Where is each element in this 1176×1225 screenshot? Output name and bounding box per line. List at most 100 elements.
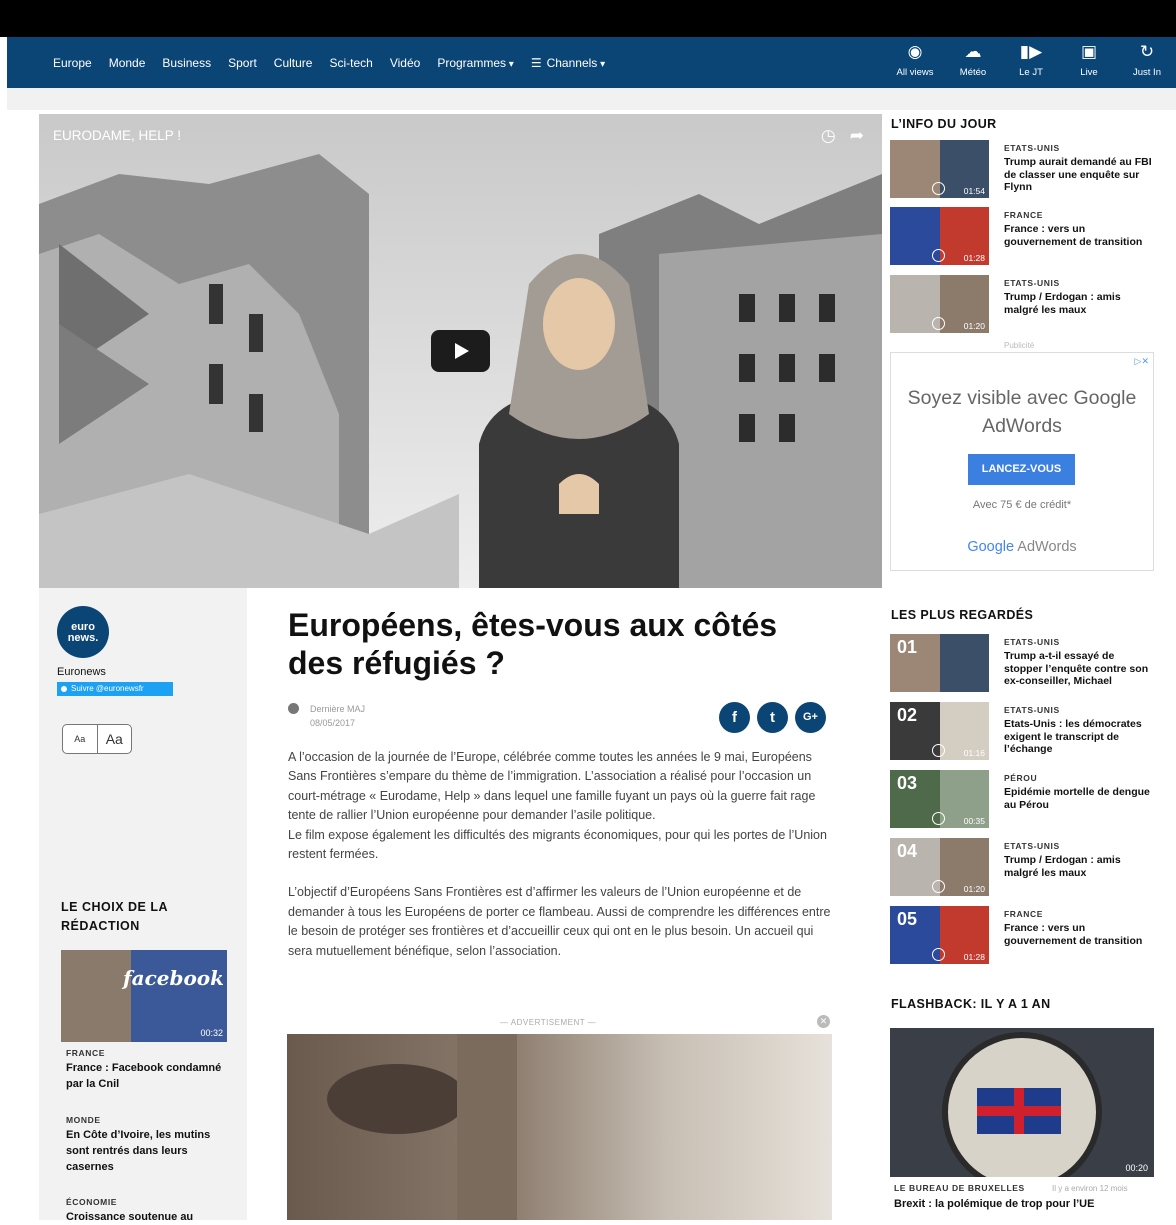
video-player[interactable]: EURODAME, HELP ! ◷ ➦ [39, 114, 882, 588]
choix-item-title: France : Facebook condamné par la Cnil [66, 1062, 222, 1090]
most-viewed-title: Trump a-t-il essayé de stopper l’enquête… [1004, 650, 1149, 687]
advertisement-video[interactable] [287, 1034, 832, 1220]
rank-number: 02 [897, 705, 918, 725]
nav-link-europe[interactable]: Europe [53, 56, 92, 70]
choix-item[interactable]: MONDE En Côte d’Ivoire, les mutins sont … [66, 1115, 226, 1175]
info-du-jour-title: L’INFO DU JOUR [891, 117, 997, 131]
choix-thumbnail[interactable]: facebook 00:32 [61, 950, 227, 1042]
play-circle-icon [932, 948, 945, 961]
rank-number: 05 [897, 909, 918, 929]
font-size-large-button[interactable]: Aa [98, 725, 132, 753]
most-viewed-thumbnail: 03 00:35 [890, 770, 989, 828]
adchoices-icon[interactable]: ▷✕ [1135, 356, 1149, 367]
google-adwords-logo: Google AdWords [967, 539, 1077, 555]
weather-icon: ☁ [964, 42, 982, 61]
close-icon[interactable]: ✕ [817, 1015, 830, 1028]
font-size-small-button[interactable]: Aa [63, 725, 98, 753]
last-update-date: 08/05/2017 [310, 718, 356, 728]
info-item-category: ETATS-UNIS [1004, 143, 1060, 153]
flashback-time: Il y a environ 12 mois [1052, 1184, 1128, 1193]
nav-link-sport[interactable]: Sport [228, 56, 257, 70]
choix-item-title: Croissance soutenue au [66, 1211, 194, 1223]
play-button[interactable] [431, 330, 490, 372]
duration: 01:20 [963, 321, 985, 331]
video-controls: ◷ ➦ [821, 126, 864, 146]
most-viewed-thumbnail: 05 01:28 [890, 906, 989, 964]
nav-dropdown-channels[interactable]: Channels [547, 56, 606, 70]
nav-icon-group: ◉ All views ☁ Météo ▮▶ Le JT ▣ Live ↻ Ju… [886, 41, 1176, 78]
choix-redaction-title: LE CHOIX DE LA RÉDACTION [61, 900, 168, 933]
play-circle-icon [932, 249, 945, 262]
article-title: Européens, êtes-vous aux côtés des réfug… [288, 607, 778, 681]
choix-item-category: ÉCONOMIE [66, 1197, 118, 1207]
nav-dropdown-programmes[interactable]: Programmes [437, 56, 514, 70]
grey-band [7, 88, 1176, 110]
hand-image [61, 950, 131, 1042]
font-size-toggle: Aa Aa [62, 724, 132, 754]
play-circle-icon [932, 317, 945, 330]
info-item[interactable]: 01:54 ETATS-UNIS Trump aurait demandé au… [890, 140, 1154, 198]
brand-name: Euronews [57, 666, 106, 678]
nav-links: Europe Monde Business Sport Culture Sci-… [53, 56, 622, 70]
most-viewed-item[interactable]: 05 01:28 FRANCE France : vers un gouverne… [890, 906, 1154, 964]
nav-link-business[interactable]: Business [162, 56, 211, 70]
nav-link-video[interactable]: Vidéo [390, 56, 420, 70]
info-item[interactable]: 01:20 ETATS-UNIS Trump / Erdogan : amis … [890, 275, 1154, 333]
twitter-follow-button[interactable]: Suivre @euronewsfr [57, 682, 173, 696]
most-viewed-item[interactable]: 03 00:35 PÉROU Epidémie mortelle de dengu… [890, 770, 1154, 828]
nav-just-in[interactable]: ↻ Just In [1118, 41, 1176, 78]
play-circle-icon [932, 812, 945, 825]
duration: 00:35 [963, 816, 985, 826]
refresh-icon: ↻ [1139, 42, 1155, 61]
most-viewed-title: Epidémie mortelle de dengue au Pérou [1004, 786, 1150, 811]
most-viewed-item[interactable]: 02 01:16 ETATS-UNIS Etats-Unis : les démo… [890, 702, 1154, 760]
nav-all-views[interactable]: ◉ All views [886, 41, 944, 78]
eye-icon: ◉ [907, 42, 923, 61]
duration: 01:20 [963, 884, 985, 894]
info-item-title: France : vers un gouvernement de transit… [1004, 223, 1143, 248]
flashback-title: FLASHBACK: IL Y A 1 AN [891, 997, 1051, 1011]
article-paragraph: A l’occasion de la journée de l’Europe, … [288, 750, 827, 862]
flashback-duration: 00:20 [1125, 1163, 1148, 1173]
nav-link-culture[interactable]: Culture [274, 56, 313, 70]
most-viewed-thumbnail: 01 [890, 634, 989, 692]
nav-le-jt-label: Le JT [1019, 67, 1043, 78]
duration: 01:28 [963, 253, 985, 263]
choix-item-category: MONDE [66, 1115, 101, 1125]
share-arrow-icon[interactable]: ➦ [850, 126, 864, 146]
duration: 01:28 [963, 952, 985, 962]
flashback-thumbnail[interactable]: 00:20 [890, 1028, 1154, 1177]
googleplus-share-icon[interactable]: G+ [795, 702, 826, 733]
duration: 01:16 [963, 748, 985, 758]
choix-item[interactable]: FRANCE France : Facebook condamné par la… [66, 1048, 226, 1092]
facebook-share-icon[interactable]: f [719, 702, 750, 733]
most-viewed-item[interactable]: 01 ETATS-UNIS Trump a-t-il essayé de sto… [890, 634, 1154, 692]
choix-item[interactable]: ÉCONOMIE Croissance soutenue au [66, 1197, 226, 1225]
flashback-item-title[interactable]: Brexit : la polémique de trop pour l’UE [894, 1198, 1094, 1210]
choix-item-title: En Côte d’Ivoire, les mutins sont rentré… [66, 1129, 211, 1173]
facebook-text: facebook [123, 966, 224, 990]
nav-le-jt[interactable]: ▮▶ Le JT [1002, 41, 1060, 78]
ad-credit-text: Avec 75 € de crédit* [972, 499, 1072, 511]
euronews-logo[interactable]: euro news. [57, 606, 109, 658]
duration: 01:54 [963, 186, 985, 196]
rank-number: 01 [897, 637, 918, 657]
info-item-thumbnail: 01:28 [890, 207, 989, 265]
nav-link-monde[interactable]: Monde [109, 56, 146, 70]
nav-link-scitech[interactable]: Sci-tech [329, 56, 372, 70]
ad-headline: Soyez visible avec Google AdWords [907, 387, 1137, 437]
twitter-share-icon[interactable]: t [757, 702, 788, 733]
most-viewed-title: France : vers un gouvernement de transit… [1004, 922, 1143, 947]
info-item[interactable]: 01:28 FRANCE France : vers un gouverneme… [890, 207, 1154, 265]
flashback-category: LE BUREAU DE BRUXELLES [894, 1183, 1025, 1193]
info-item-thumbnail: 01:54 [890, 140, 989, 198]
nav-live[interactable]: ▣ Live [1060, 41, 1118, 78]
plus-regardes-title: LES PLUS REGARDÉS [891, 608, 1034, 622]
ad-cta-button[interactable]: LANCEZ-VOUS [968, 454, 1075, 485]
most-viewed-item[interactable]: 04 01:20 ETATS-UNIS Trump / Erdogan : ami… [890, 838, 1154, 896]
clock-icon[interactable]: ◷ [821, 126, 836, 146]
nav-meteo[interactable]: ☁ Météo [944, 41, 1002, 78]
nav-meteo-label: Météo [959, 67, 987, 78]
most-viewed-category: PÉROU [1004, 773, 1038, 783]
google-adwords-ad[interactable]: ▷✕ Soyez visible avec Google AdWords LAN… [890, 352, 1154, 571]
